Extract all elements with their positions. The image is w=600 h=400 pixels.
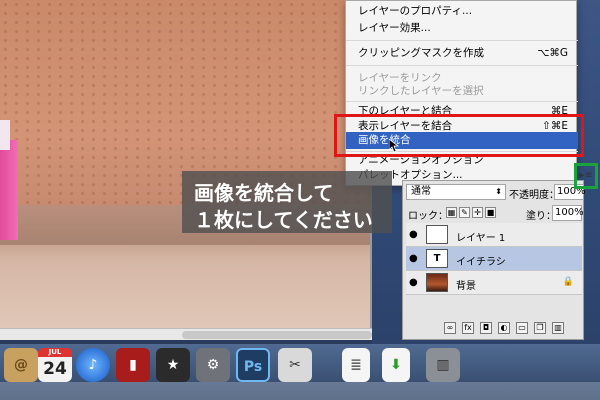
eye-icon[interactable]: ● bbox=[409, 253, 421, 265]
document-icon[interactable]: ≣ bbox=[342, 348, 370, 382]
dock-shelf bbox=[0, 382, 600, 400]
menu-item-layer-properties[interactable]: レイヤーのプロパティ... bbox=[346, 3, 578, 20]
menu-item-select-linked-layers: リンクしたレイヤーを選択 bbox=[358, 85, 484, 97]
system-preferences-icon[interactable]: ⚙ bbox=[196, 348, 230, 382]
lock-move-icon[interactable]: ✛ bbox=[472, 207, 483, 218]
lock-row: ロック： ▦ ✎ ✛ ■ 塗り： 100% bbox=[406, 205, 584, 222]
layers-context-menu: レイヤーのプロパティ... レイヤー効果... クリッピングマスクを作成 ⌥⌘G … bbox=[345, 0, 578, 186]
lock-icon: 🔒 bbox=[562, 277, 574, 287]
layer-row-selected[interactable]: ● T イイチラシ bbox=[406, 247, 582, 271]
eye-icon[interactable]: ● bbox=[409, 229, 421, 241]
layers-panel: 通常 ⬍ 不透明度： 100% ロック： ▦ ✎ ✛ ■ 塗り： 100% ● レ… bbox=[402, 180, 586, 340]
address-book-icon[interactable]: @ bbox=[4, 348, 38, 382]
layer-row[interactable]: ● 背景 🔒 bbox=[406, 271, 582, 295]
menu-item-layer-effects[interactable]: レイヤー効果... bbox=[346, 20, 578, 37]
calendar-month: JUL bbox=[38, 348, 72, 357]
layer-name: イイチラシ bbox=[456, 257, 506, 268]
folder-icon[interactable]: ▭ bbox=[516, 322, 528, 334]
download-document-icon[interactable]: ⬇ bbox=[382, 348, 410, 382]
photo-booth-icon[interactable]: ▮ bbox=[116, 348, 150, 382]
lock-label: ロック： bbox=[408, 211, 448, 222]
blend-mode-select[interactable]: 通常 ⬍ bbox=[406, 184, 506, 200]
scissors-icon[interactable]: ✂ bbox=[278, 348, 312, 382]
layer-name: レイヤー 1 bbox=[456, 233, 506, 244]
instruction-overlay: 画像を統合して １枚にしてください bbox=[182, 171, 392, 233]
layers-panel-footer: ∞ fx ◘ ◐ ▭ ❐ ▥ bbox=[406, 319, 582, 337]
panel-menu-icon[interactable]: ▸≡ bbox=[578, 168, 594, 184]
photoshop-icon[interactable]: Ps bbox=[236, 348, 270, 382]
fx-icon[interactable]: fx bbox=[462, 322, 474, 334]
trash-icon[interactable]: ▥ bbox=[426, 348, 460, 382]
menu-item-create-clipping-mask[interactable]: クリッピングマスクを作成 ⌥⌘G bbox=[346, 45, 578, 62]
mouse-cursor-icon bbox=[389, 139, 399, 153]
lock-options: ▦ ✎ ✛ ■ bbox=[446, 207, 496, 218]
highlight-red-box bbox=[334, 114, 584, 157]
text-layer-thumbnail: T bbox=[426, 249, 448, 268]
lock-paint-icon[interactable]: ✎ bbox=[459, 207, 470, 218]
menu-separator bbox=[346, 101, 578, 102]
fill-field[interactable]: 100% bbox=[552, 205, 584, 221]
menu-separator bbox=[346, 40, 578, 41]
calendar-icon[interactable]: JUL 24 bbox=[38, 348, 72, 382]
horizontal-scrollbar[interactable] bbox=[0, 328, 372, 340]
adjustment-icon[interactable]: ◐ bbox=[498, 322, 510, 334]
instruction-line-2: １枚にしてください bbox=[194, 208, 373, 232]
itunes-icon[interactable]: ♪ bbox=[76, 348, 110, 382]
new-layer-icon[interactable]: ❐ bbox=[534, 322, 546, 334]
calendar-day: 24 bbox=[43, 359, 67, 379]
blend-row: 通常 ⬍ 不透明度： 100% bbox=[406, 184, 586, 201]
layer-thumbnail bbox=[426, 225, 448, 244]
scrollbar-thumb[interactable] bbox=[182, 331, 372, 339]
link-icon[interactable]: ∞ bbox=[444, 322, 456, 334]
trash-icon[interactable]: ▥ bbox=[552, 322, 564, 334]
lock-all-icon[interactable]: ■ bbox=[485, 207, 496, 218]
layer-name: 背景 bbox=[456, 281, 476, 292]
layer-row[interactable]: ● レイヤー 1 bbox=[406, 223, 582, 247]
menu-separator bbox=[346, 65, 578, 66]
eye-icon[interactable]: ● bbox=[409, 277, 421, 289]
select-arrow-icon: ⬍ bbox=[495, 187, 502, 196]
mask-icon[interactable]: ◘ bbox=[480, 322, 492, 334]
opacity-label: 不透明度： bbox=[509, 190, 559, 201]
imovie-icon[interactable]: ★ bbox=[156, 348, 190, 382]
background-thumbnail bbox=[426, 273, 448, 292]
canvas-window-frame bbox=[0, 0, 372, 336]
instruction-line-1: 画像を統合して bbox=[194, 181, 334, 205]
lock-transparent-icon[interactable]: ▦ bbox=[446, 207, 457, 218]
